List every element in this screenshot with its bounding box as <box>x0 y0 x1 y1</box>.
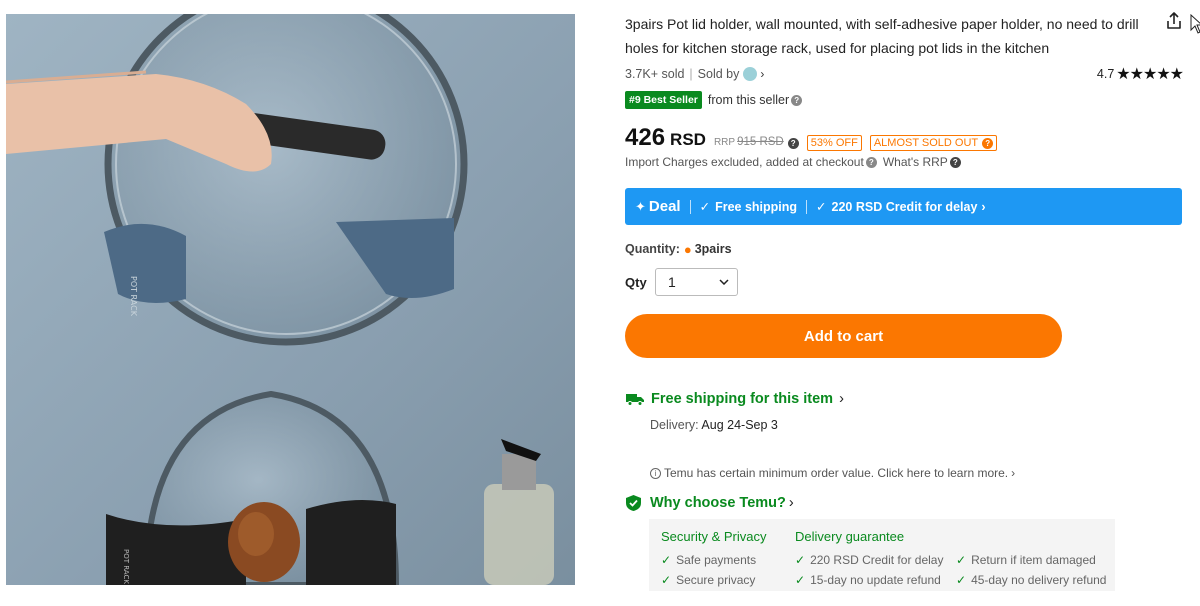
share-icon[interactable] <box>1163 10 1185 32</box>
security-privacy-box: Security & Privacy ✓ Safe payments ✓ Secur… <box>649 519 799 591</box>
check-icon: ✓ <box>956 553 967 567</box>
deal-title-text: Deal <box>648 198 681 215</box>
credit-text: 220 RSD Credit for delay <box>831 199 978 214</box>
divider <box>689 199 691 214</box>
min-order-text: Temu has certain minimum order value. Cl… <box>664 466 1009 480</box>
holder-logo-text-2: POT RACK <box>122 549 130 584</box>
truck-icon <box>626 394 644 406</box>
whats-rrp-help-icon[interactable]: ? <box>949 156 961 168</box>
info-icon: i <box>650 467 661 479</box>
seller-avatar[interactable] <box>743 67 758 81</box>
deal-pin-icon: ✦ <box>635 198 646 214</box>
why-choose-link[interactable]: Why choose Temu? › <box>625 493 794 513</box>
check-icon: ✓ <box>661 573 672 587</box>
qty-select[interactable]: 1 <box>655 268 738 296</box>
chevron-right-icon: › <box>788 495 794 511</box>
bestseller-text: from this seller <box>707 93 790 107</box>
qty-selected-value: 1 <box>668 274 676 290</box>
stock-status-text: ALMOST SOLD OUT <box>873 136 979 149</box>
delivery-guarantee-title: Delivery guarantee <box>795 529 905 544</box>
add-to-cart-button[interactable]: Add to cart <box>625 314 1062 358</box>
product-image[interactable]: POT RACK POT RACK <box>6 14 575 585</box>
shield-check-icon <box>626 495 641 511</box>
check-icon: ✓ <box>816 200 827 214</box>
whats-rrp-link[interactable]: What's RRP <box>883 155 948 169</box>
delivery-value: Aug 24-Sep 3 <box>701 418 778 432</box>
delivery-label: Delivery: <box>650 418 699 432</box>
list-item: ✓ Return if item damaged <box>956 553 1096 567</box>
free-shipping-title: Free shipping for this item <box>651 391 834 407</box>
free-shipping-text: Free shipping <box>715 199 798 214</box>
price-amount: 426 <box>625 124 666 151</box>
stock-help-icon: ? <box>982 137 994 149</box>
rrp-help-icon[interactable]: ? <box>787 137 799 149</box>
credit-deal[interactable]: ✓ 220 RSD Credit for delay › <box>816 199 986 215</box>
check-icon: ✓ <box>661 553 672 567</box>
min-order-link[interactable]: i Temu has certain minimum order value. … <box>650 466 1015 480</box>
chevron-right-icon[interactable]: › <box>760 67 764 81</box>
best-seller-badge[interactable]: #9 Best Seller <box>625 91 702 109</box>
import-note: Import Charges excluded, added at checko… <box>625 155 864 169</box>
delivery-guarantee-box: Delivery guarantee ✓ 220 RSD Credit for d… <box>783 519 1115 591</box>
chevron-right-icon: › <box>981 199 986 214</box>
free-shipping-link[interactable]: Free shipping for this item › <box>625 389 844 409</box>
holder-logo-text: POT RACK <box>129 276 138 317</box>
security-title: Security & Privacy <box>661 529 767 544</box>
quantity-label: Quantity: <box>625 242 680 256</box>
import-charges-row: Import Charges excluded, added at checko… <box>625 154 961 170</box>
check-icon: ✓ <box>795 553 806 567</box>
sold-by-label: Sold by <box>697 67 740 81</box>
divider <box>806 199 808 214</box>
rating-value: 4.7 <box>1096 67 1115 81</box>
star-rating-icon: ★★★★★ <box>1116 66 1184 83</box>
qty-row: Qty 1 <box>625 268 738 296</box>
list-item: ✓ 15-day no update refund <box>795 573 941 587</box>
price-currency: RSD <box>670 130 706 149</box>
product-photo: POT RACK POT RACK <box>6 14 575 585</box>
chevron-down-icon <box>719 279 729 285</box>
list-item: ✓ Safe payments <box>661 553 757 567</box>
chevron-right-icon: › <box>839 391 844 407</box>
rating[interactable]: 4.7 ★★★★★ <box>1096 64 1184 84</box>
bestseller-row: #9 Best Seller from this seller ? <box>625 90 803 110</box>
quantity-value[interactable]: 3pairs <box>695 242 732 256</box>
check-icon: ✓ <box>956 573 967 587</box>
product-title: 3pairs Pot lid holder, wall mounted, wit… <box>625 16 1139 56</box>
stock-status-badge[interactable]: ALMOST SOLD OUT? <box>869 134 998 151</box>
sold-count: 3.7K+ sold <box>625 67 685 81</box>
mouse-cursor-icon <box>1190 13 1200 34</box>
list-item: ✓ Secure privacy <box>661 573 756 587</box>
discount-badge: 53% OFF <box>806 134 862 151</box>
list-item: ✓ 220 RSD Credit for delay <box>795 553 944 567</box>
check-icon: ✓ <box>795 573 806 587</box>
qty-label: Qty <box>625 274 647 290</box>
rrp-label: RRP <box>713 137 736 148</box>
divider: | <box>689 67 693 81</box>
why-title: Why choose Temu? <box>650 495 786 511</box>
free-shipping-deal[interactable]: ✓ Free shipping <box>699 199 798 215</box>
import-help-icon[interactable]: ? <box>865 156 877 168</box>
quantity-info-row: Quantity: ● 3pairs <box>625 240 732 258</box>
help-icon[interactable]: ? <box>791 94 803 106</box>
sales-meta-row: 3.7K+ sold | Sold by › 4.7 ★★★★★ <box>625 64 1185 84</box>
flame-icon: ● <box>683 241 692 257</box>
rrp-value: 915 RSD <box>737 136 784 148</box>
delivery-estimate: Delivery: Aug 24-Sep 3 <box>650 418 778 432</box>
chevron-right-icon: › <box>1011 466 1016 480</box>
check-icon: ✓ <box>699 200 711 214</box>
deal-title: ✦ Deal <box>635 198 681 215</box>
deal-banner[interactable]: ✦ Deal ✓ Free shipping ✓ 220 RSD Credit … <box>625 188 1182 225</box>
list-item: ✓ 45-day no delivery refund <box>956 573 1107 587</box>
price-row: 426 RSD RRP 915 RSD ? 53% OFF ALMOST SOL… <box>625 124 998 156</box>
